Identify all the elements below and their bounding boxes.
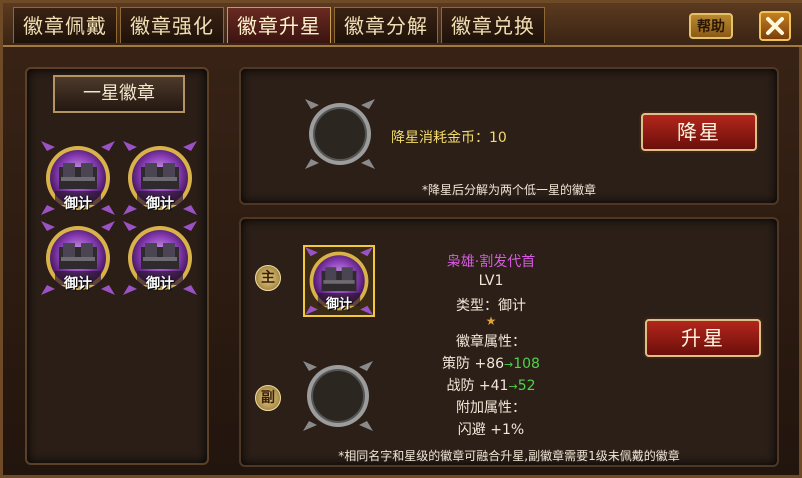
badge-type-label: 御计 bbox=[64, 276, 92, 292]
extra-title: 附加属性： bbox=[456, 400, 526, 416]
attr1-next: 108 bbox=[513, 356, 540, 372]
downgrade-cost-text: 降星消耗金币：10 bbox=[391, 130, 507, 146]
tab-bar: 徽章佩戴 徽章强化 徽章升星 徽章分解 徽章兑换 帮助 bbox=[3, 3, 802, 47]
badge-name: 枭雄·割发代首 bbox=[446, 254, 536, 270]
increase-arrow-icon: → bbox=[504, 358, 514, 371]
empty-slot-frame-icon bbox=[305, 99, 375, 169]
star-icon: ★ bbox=[485, 314, 497, 328]
upgrade-button[interactable]: 升星 bbox=[645, 319, 761, 357]
badge-type-label: 御计 bbox=[146, 196, 174, 212]
sub-slot-label: 副 bbox=[255, 385, 281, 411]
tab-badge-star-up[interactable]: 徽章升星 bbox=[227, 7, 331, 43]
attr-row-1: 策防 +86→108 bbox=[391, 353, 591, 373]
badge-list-panel: 一星徽章 御计 御计 御计 御计 bbox=[25, 67, 209, 465]
tab-badge-wear[interactable]: 徽章佩戴 bbox=[13, 7, 117, 43]
tab-badge-decompose[interactable]: 徽章分解 bbox=[334, 7, 438, 43]
attr2-next: 52 bbox=[517, 378, 536, 394]
badge-type-label: 御计 bbox=[64, 196, 92, 212]
main-slot-label: 主 bbox=[255, 265, 281, 291]
attr2-current: 战防 +41 bbox=[446, 378, 509, 394]
attr1-current: 策防 +86 bbox=[442, 356, 505, 372]
help-button[interactable]: 帮助 bbox=[689, 13, 733, 39]
downgrade-note: *降星后分解为两个低一星的徽章 bbox=[421, 183, 596, 197]
badge-type-label: 御计 bbox=[146, 276, 174, 292]
grade-filter-button[interactable]: 一星徽章 bbox=[53, 75, 185, 113]
downgrade-button[interactable]: 降星 bbox=[641, 113, 757, 151]
badge-type: 类型：御计 bbox=[456, 298, 526, 314]
attr-row-2: 战防 +41→52 bbox=[391, 375, 591, 395]
downgrade-panel: 降星消耗金币：10 降星 *降星后分解为两个低一星的徽章 bbox=[239, 67, 779, 205]
badge-type-label: 御计 bbox=[325, 297, 352, 312]
window-frame: 徽章佩戴 徽章强化 徽章升星 徽章分解 徽章兑换 帮助 一星徽章 御计 御计 御… bbox=[0, 0, 802, 478]
downgrade-slot[interactable] bbox=[305, 99, 375, 169]
tab-badge-enhance[interactable]: 徽章强化 bbox=[120, 7, 224, 43]
empty-slot-frame-icon bbox=[303, 361, 373, 431]
upgrade-note: *相同名字和星级的徽章可融合升星,副徽章需要1级未佩戴的徽章 bbox=[338, 449, 680, 463]
extra-attr-1: 闪避 +1% bbox=[457, 422, 525, 438]
close-button[interactable] bbox=[759, 11, 791, 41]
sub-badge-slot[interactable] bbox=[303, 361, 373, 431]
attr-title: 徽章属性： bbox=[456, 334, 526, 350]
increase-arrow-icon: → bbox=[508, 380, 518, 393]
close-x-icon bbox=[766, 17, 784, 35]
badge-level: LV1 bbox=[478, 273, 504, 289]
badge-item[interactable]: 御计 bbox=[123, 141, 197, 215]
badge-item[interactable]: 御计 bbox=[41, 221, 115, 295]
badge-item[interactable]: 御计 bbox=[123, 221, 197, 295]
main-badge-slot[interactable]: 御计 bbox=[303, 245, 375, 317]
upgrade-panel: 主 副 御计 枭雄·割发代首 LV1 类型：御计 ★ 徽章属性： 策防 +86→… bbox=[239, 217, 779, 467]
badge-item[interactable]: 御计 bbox=[41, 141, 115, 215]
tab-badge-exchange[interactable]: 徽章兑换 bbox=[441, 7, 545, 43]
